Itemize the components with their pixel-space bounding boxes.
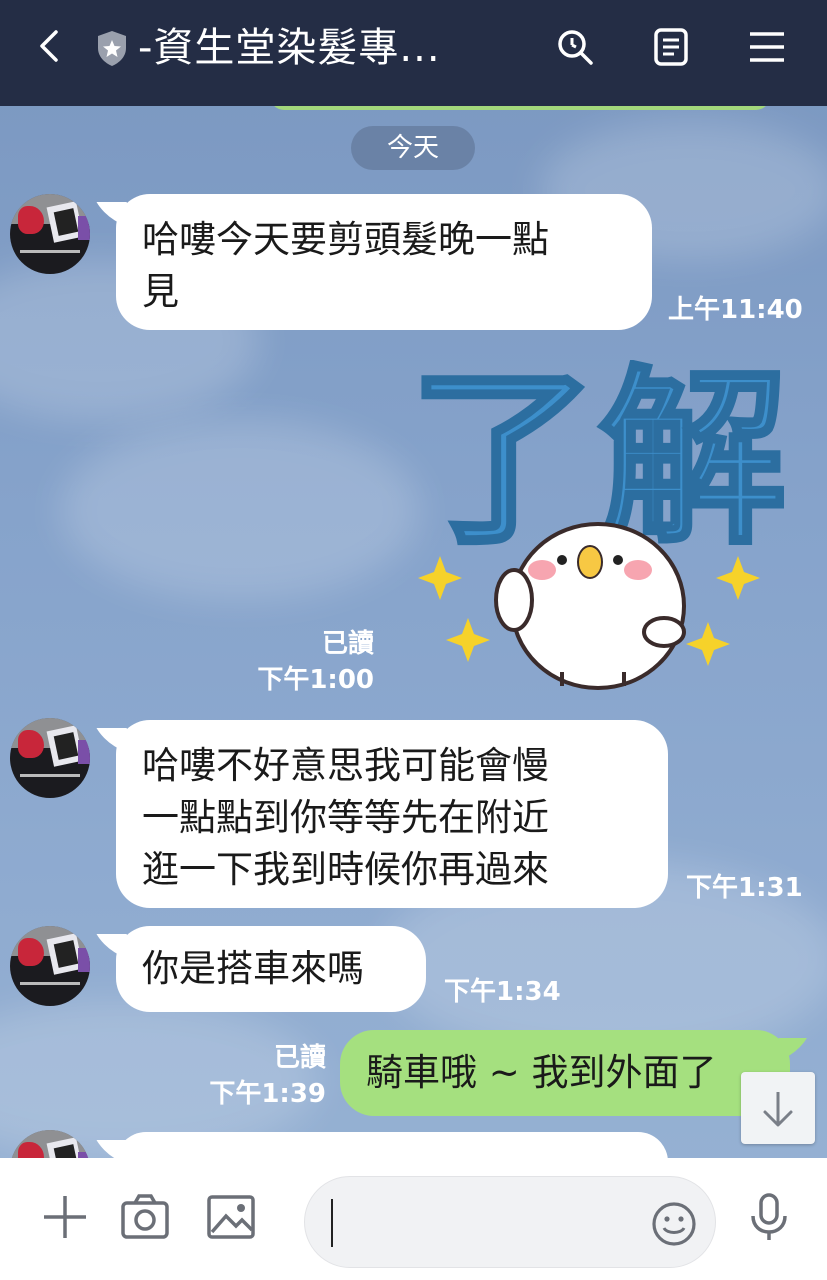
back-arrow-icon[interactable] [30,26,70,66]
message-bubble-incoming[interactable]: 你是搭車來嗎 [116,926,426,1012]
notes-icon[interactable] [650,26,692,68]
message-text-line: 你是搭車來嗎 [142,947,364,990]
message-bubble-incoming[interactable]: 哈嘍今天要剪頭髮晚一點 見 [116,194,652,330]
search-icon[interactable] [554,26,596,68]
message-text-line: 哈嘍今天要剪頭髮晚一點 [142,218,549,261]
menu-icon[interactable] [746,26,788,68]
message-time: 下午1:34 [444,977,561,1007]
message-bubble-outgoing[interactable]: 騎車哦 ~ 我到外面了 [340,1030,790,1116]
message-text-line: 逛一下我到時候你再過來 [142,848,549,891]
sticker-image[interactable]: 了解 [412,360,784,690]
message-time: 下午1:00 [257,665,374,695]
text-caret [331,1199,333,1247]
microphone-icon[interactable] [744,1192,794,1242]
read-receipt: 已讀 [273,1043,326,1073]
message-bubble-incoming[interactable]: 哈嘍不好意思我可能會慢 一點點到你等等先在附近 逛一下我到時候你再過來 [116,720,668,908]
avatar[interactable] [10,194,90,274]
chat-header: -資生堂染髮專... [0,0,827,106]
message-input-box[interactable] [304,1176,716,1268]
message-text-line: 哈嘍不好意思我可能會慢 [142,744,549,787]
message-text-line: 一點點到你等等先在附近 [142,796,549,839]
shield-icon [98,31,126,66]
chat-title: -資生堂染髮專... [138,25,441,71]
message-time: 下午1:31 [686,873,803,903]
arrow-down-icon [763,1092,793,1127]
image-icon[interactable] [206,1192,256,1242]
avatar[interactable] [10,926,90,1006]
message-text-line: 見 [142,270,179,313]
message-time: 下午1:39 [209,1079,326,1109]
date-divider: 今天 [351,126,475,170]
avatar[interactable] [10,718,90,798]
message-time: 上午11:40 [668,295,803,325]
plus-icon[interactable] [40,1192,90,1242]
emoji-icon[interactable] [651,1201,697,1247]
read-receipt: 已讀 [321,629,374,659]
scroll-to-bottom-button[interactable] [741,1072,815,1144]
message-input[interactable] [335,1197,639,1249]
camera-icon[interactable] [120,1192,170,1242]
message-text-line: 騎車哦 ~ 我到外面了 [366,1051,717,1094]
